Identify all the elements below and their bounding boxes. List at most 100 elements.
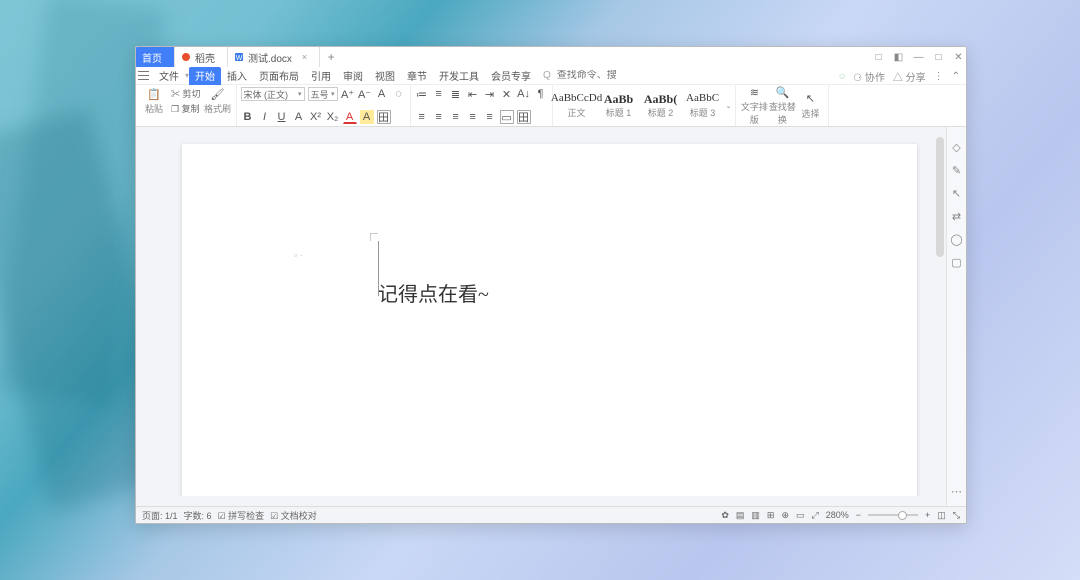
strike-button[interactable]: A — [292, 110, 306, 124]
menu-start[interactable]: 开始 — [189, 67, 221, 85]
text-tools-button[interactable]: ≋ 文字排版 — [740, 85, 768, 126]
menu-file[interactable]: 文件 — [153, 67, 185, 85]
zoom-fit-icon[interactable]: ⤢ — [812, 510, 819, 521]
winbtn-a-icon[interactable]: □ — [873, 52, 884, 63]
new-tab-button[interactable]: + — [320, 50, 342, 64]
change-case-button[interactable]: A — [375, 87, 389, 101]
font-name-select[interactable]: 宋体 (正文)▾ — [241, 87, 305, 101]
view-web-icon[interactable]: ⊕ — [781, 510, 789, 521]
menu-review[interactable]: 审阅 — [337, 67, 369, 85]
underline-button[interactable]: U — [275, 110, 289, 124]
menu-layout[interactable]: 页面布局 — [253, 67, 305, 85]
shading-button[interactable]: ▭ — [500, 110, 514, 124]
pilcrow-button[interactable]: ¶ — [534, 87, 548, 101]
tab-app[interactable]: 稻壳 — [175, 47, 228, 67]
zoom-in-button[interactable]: + — [925, 510, 930, 520]
menu-ref[interactable]: 引用 — [305, 67, 337, 85]
vertical-scrollbar[interactable] — [935, 127, 945, 506]
sidebar-arrow-icon[interactable]: ↖ — [952, 187, 961, 200]
view-outline-icon[interactable]: ▥ — [751, 510, 760, 521]
clear-format-button[interactable]: ◌ — [392, 87, 406, 101]
tab-close-button[interactable]: × — [302, 52, 307, 62]
sidebar-swap-icon[interactable]: ⇄ — [952, 210, 961, 223]
decrease-font-button[interactable]: A⁻ — [358, 87, 372, 101]
ribbon: 📋 粘贴 ✂ 剪切 ❐ 复制 🖌 格式刷 宋体 (正文)▾ 五号▾ A⁺ A⁻ — [136, 85, 966, 127]
char-border-button[interactable]: 田 — [377, 110, 391, 124]
italic-button[interactable]: I — [258, 110, 272, 124]
view-read-icon[interactable]: ▭ — [796, 510, 805, 521]
find-replace-button[interactable]: 🔍 查找替换 — [768, 85, 796, 126]
spell-check-button[interactable]: ☑ 拼写检查 — [218, 509, 265, 522]
align-left-button[interactable]: ≡ — [415, 110, 429, 124]
paste-button[interactable]: 📋 粘贴 — [140, 87, 168, 115]
view-gear-icon[interactable]: ✿ — [721, 510, 729, 521]
format-brush-button[interactable]: 🖌 格式刷 — [204, 87, 232, 115]
menu-member[interactable]: 会员专享 — [485, 67, 537, 85]
menu-section[interactable]: 章节 — [401, 67, 433, 85]
bullets-button[interactable]: ≔ — [415, 87, 429, 101]
style-h3[interactable]: AaBbC 标题 3 — [683, 92, 723, 119]
status-words[interactable]: 字数: 6 — [184, 509, 212, 522]
maximize-button[interactable]: □ — [933, 52, 944, 63]
menu-hamburger-icon[interactable] — [138, 71, 149, 80]
line-height-button[interactable]: ≡ — [483, 110, 497, 124]
style-normal[interactable]: AaBbCcDd 正文 — [557, 92, 597, 119]
collapse-ribbon-icon[interactable]: ⌃ — [952, 71, 960, 82]
share-button[interactable]: △ 分享 — [893, 69, 926, 84]
doc-check-button[interactable]: ☑ 文档校对 — [270, 509, 317, 522]
align-justify-button[interactable]: ≡ — [466, 110, 480, 124]
multilevel-button[interactable]: ≣ — [449, 87, 463, 101]
sidebar-pencil-icon[interactable]: ✎ — [952, 164, 961, 177]
font-color-button[interactable]: A — [343, 110, 357, 124]
superscript-button[interactable]: X² — [309, 110, 323, 124]
align-center-button[interactable]: ≡ — [432, 110, 446, 124]
fullscreen-icon[interactable]: ⤡ — [953, 510, 960, 521]
zoom-level[interactable]: 280% — [826, 510, 849, 520]
style-h1[interactable]: AaBb 标题 1 — [599, 92, 639, 119]
menu-insert[interactable]: 插入 — [221, 67, 253, 85]
menu-view[interactable]: 视图 — [369, 67, 401, 85]
sidebar-diamond-icon[interactable]: ◇ — [952, 141, 960, 154]
search-input[interactable] — [557, 70, 617, 81]
coop-button[interactable]: ⚆ 协作 — [853, 69, 885, 84]
horizontal-scrollbar[interactable] — [136, 496, 935, 506]
more-icon[interactable]: ⋮ — [934, 71, 944, 82]
indent-left-button[interactable]: ⇤ — [466, 87, 480, 101]
cloud-icon[interactable]: ◌ — [839, 71, 845, 82]
tab-home[interactable]: 首页 — [136, 47, 175, 67]
increase-font-button[interactable]: A⁺ — [341, 87, 355, 101]
zoom-out-button[interactable]: − — [856, 510, 861, 520]
minimize-button[interactable]: — — [913, 52, 924, 63]
winbtn-b-icon[interactable]: ◧ — [893, 52, 904, 63]
copy-button[interactable]: ❐ 复制 — [171, 102, 201, 115]
cut-button[interactable]: ✂ 剪切 — [171, 87, 201, 100]
document-body-text[interactable]: 记得点在看~ — [378, 278, 489, 307]
styles-more-icon[interactable]: ⌄ — [726, 102, 732, 110]
tab-document[interactable]: W 测试.docx × — [228, 47, 320, 67]
select-button[interactable]: ↖ 选择 — [796, 92, 824, 120]
status-page[interactable]: 页面: 1/1 — [142, 509, 178, 522]
sidebar-circle-icon[interactable]: ◯ — [950, 233, 962, 246]
sidebar-rect-icon[interactable]: ▢ — [951, 256, 961, 269]
align-right-button[interactable]: ≡ — [449, 110, 463, 124]
close-button[interactable]: ✕ — [953, 52, 964, 63]
tabstops-button[interactable]: ✕ — [500, 87, 514, 101]
highlight-button[interactable]: A — [360, 110, 374, 124]
view-page-icon[interactable]: ▤ — [736, 510, 745, 521]
scrollbar-thumb[interactable] — [936, 137, 944, 257]
page-canvas[interactable]: ▫ · 记得点在看~ — [182, 144, 917, 524]
sidebar-more-icon[interactable]: ⋯ — [951, 485, 962, 498]
subscript-button[interactable]: X₂ — [326, 110, 340, 124]
zoom-slider[interactable] — [868, 514, 918, 516]
indent-right-button[interactable]: ⇥ — [483, 87, 497, 101]
borders-button[interactable]: 田 — [517, 110, 531, 124]
search-icon[interactable]: Q — [537, 67, 557, 85]
font-size-select[interactable]: 五号▾ — [308, 87, 338, 101]
numbering-button[interactable]: ≡ — [432, 87, 446, 101]
view-split-icon[interactable]: ◫ — [937, 510, 946, 521]
sort-button[interactable]: A↓ — [517, 87, 531, 101]
style-h2[interactable]: AaBb( 标题 2 — [641, 92, 681, 119]
view-grid-icon[interactable]: ⊞ — [767, 510, 775, 521]
menu-devtools[interactable]: 开发工具 — [433, 67, 485, 85]
bold-button[interactable]: B — [241, 110, 255, 124]
